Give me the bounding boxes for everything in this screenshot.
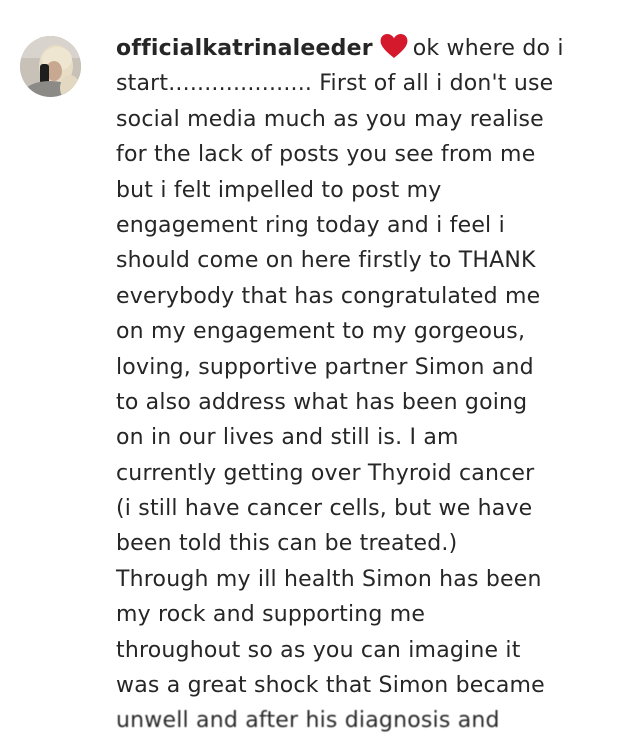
comment-line: for the lack of posts you see from me bbox=[116, 142, 536, 168]
comment-line: but i felt impelled to post my bbox=[116, 177, 442, 203]
comment-line: (i still have cancer cells, but we have bbox=[116, 496, 533, 522]
comment-line: Through my ill health Simon has been bbox=[116, 566, 542, 592]
comment-text: officialkatrinaleeder ok where do i start… bbox=[116, 31, 628, 739]
comment-line: engagement ring today and i feel i bbox=[116, 212, 505, 238]
red-heart-icon bbox=[379, 33, 409, 59]
comment-line: social media much as you may realise bbox=[116, 106, 544, 132]
comment-line: my rock and supporting me bbox=[116, 602, 426, 628]
avatar[interactable] bbox=[20, 36, 81, 97]
username-link[interactable]: officialkatrinaleeder bbox=[116, 36, 373, 61]
comment-line: currently getting over Thyroid cancer bbox=[116, 460, 535, 486]
comment-line: throughout so as you can imagine it bbox=[116, 637, 521, 663]
comment-text-start: ok where do i bbox=[412, 36, 564, 61]
avatar-image bbox=[20, 36, 81, 97]
comment-line: start.................... First of all i… bbox=[116, 71, 554, 97]
comment-first-line: officialkatrinaleeder ok where do i bbox=[116, 31, 628, 66]
comment: officialkatrinaleeder ok where do i start… bbox=[0, 0, 634, 747]
comment-line: to also address what has been going bbox=[116, 389, 528, 415]
comment-line: unwell and after his diagnosis and bbox=[116, 708, 500, 734]
comment-line: was a great shock that Simon became bbox=[116, 673, 545, 699]
comment-line: everybody that has congratulated me bbox=[116, 283, 541, 309]
comment-line: loving, supportive partner Simon and bbox=[116, 354, 534, 380]
comment-line: should come on here firstly to THANK bbox=[116, 248, 536, 274]
comment-line: on my engagement to my gorgeous, bbox=[116, 319, 526, 345]
comment-line: on in our lives and still is. I am bbox=[116, 425, 459, 451]
comment-line: been told this can be treated.) bbox=[116, 531, 458, 557]
